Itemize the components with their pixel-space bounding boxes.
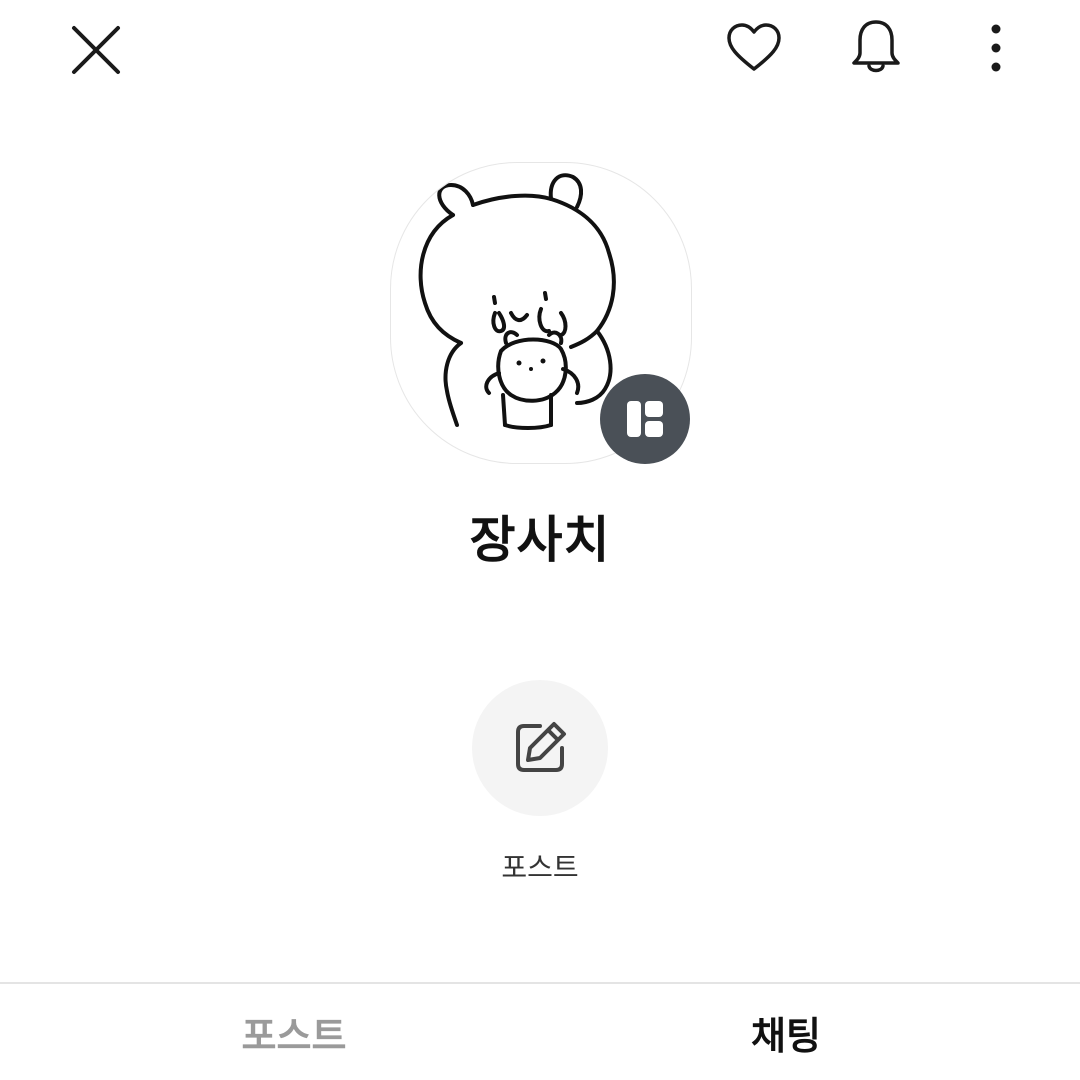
profile-name: 장사치 — [469, 511, 611, 569]
channel-badge-icon — [627, 401, 663, 437]
channel-badge — [600, 374, 690, 464]
tab-chat[interactable]: 채팅 — [516, 984, 1056, 1080]
edit-icon — [516, 722, 566, 772]
tab-post[interactable]: 포스트 — [24, 984, 564, 1080]
bell-icon — [852, 20, 900, 73]
more-vertical-icon — [991, 24, 1001, 72]
post-action-label: 포스트 — [501, 851, 579, 884]
heart-icon — [727, 23, 781, 71]
post-action-button[interactable]: 포스트 — [470, 680, 610, 884]
post-action-circle[interactable] — [472, 680, 608, 816]
profile-avatar-container[interactable] — [390, 162, 692, 464]
close-button[interactable] — [56, 10, 136, 90]
favorite-button[interactable] — [714, 8, 794, 88]
notification-button[interactable] — [836, 8, 916, 88]
close-icon — [72, 26, 120, 74]
top-bar — [0, 0, 1080, 100]
bottom-tab-bar: 포스트 채팅 — [0, 984, 1080, 1080]
more-options-button[interactable] — [956, 8, 1036, 88]
